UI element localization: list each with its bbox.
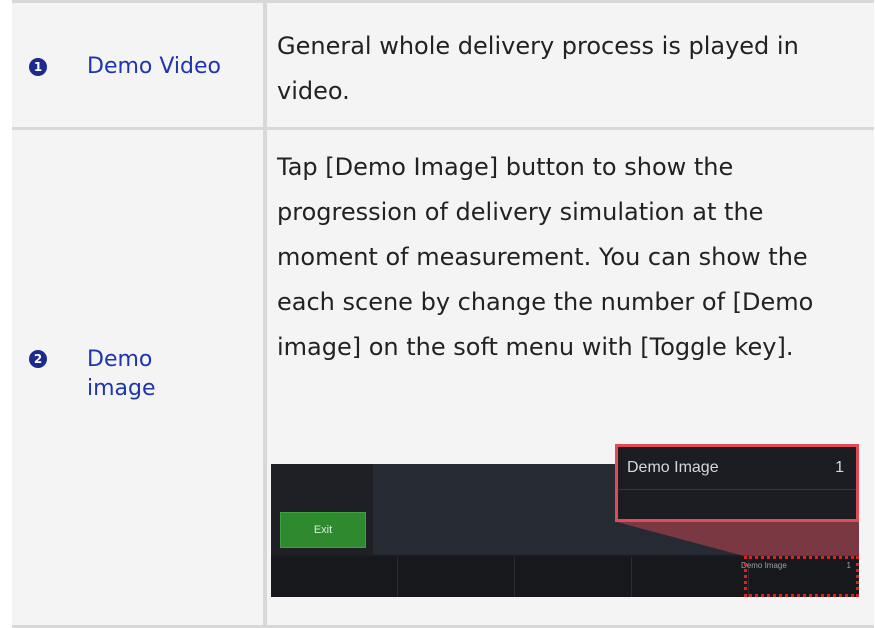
highlight-box xyxy=(744,556,859,597)
callout-label: Demo Image xyxy=(627,459,719,476)
callout-connector xyxy=(617,522,859,556)
callout-row[interactable]: Demo Image 1 xyxy=(618,447,856,490)
callout-value: 1 xyxy=(835,459,844,476)
callout-connector-shape xyxy=(617,522,859,556)
demo-image-callout: Demo Image 1 xyxy=(615,444,859,522)
